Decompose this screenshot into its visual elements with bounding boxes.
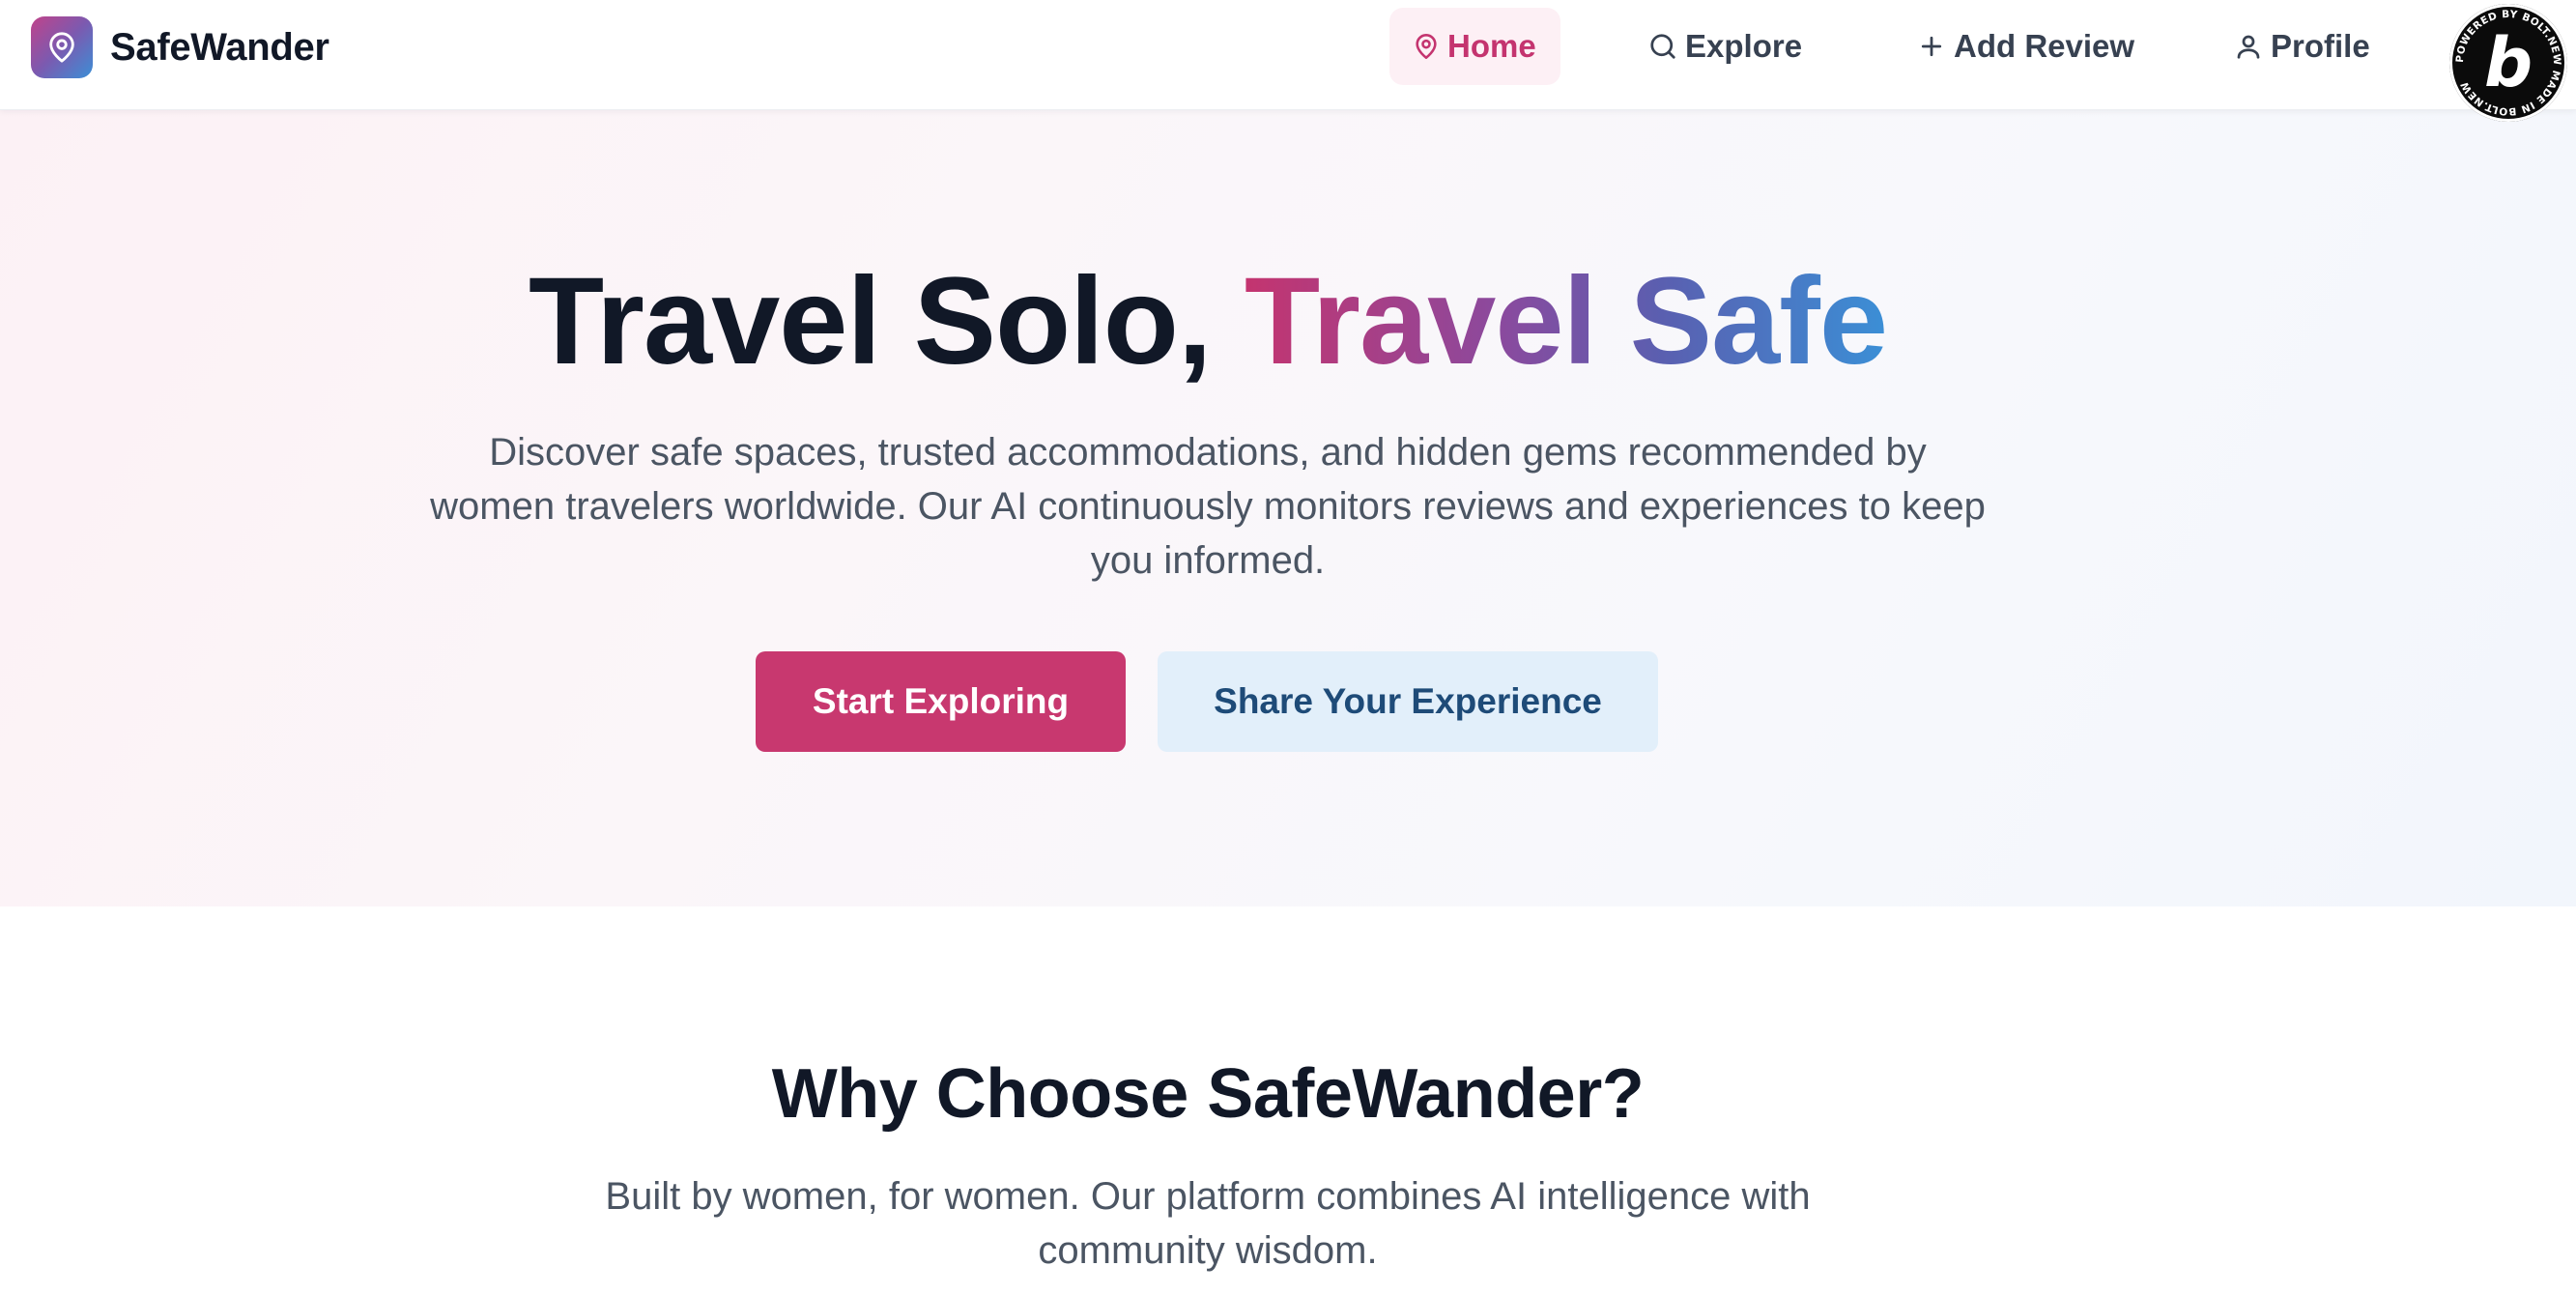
nav-home[interactable]: Home [1389,8,1560,85]
why-subtitle: Built by women, for women. Our platform … [605,1175,1811,1272]
nav-add-review-label: Add Review [1954,28,2135,64]
nav-profile[interactable]: Profile [2211,8,2393,85]
hero-title: Travel Solo, Travel Safe [0,260,2416,384]
hero-section: Travel Solo, Travel Safe Discover safe s… [0,110,2576,906]
search-icon [1648,32,1677,61]
svg-text:POWERED BY BOLT.NEW MADE IN BO: POWERED BY BOLT.NEW MADE IN BOLT.NEW [2454,9,2562,117]
top-navbar: SafeWander Home Explore Add Review Profi… [0,0,2576,122]
brand-logo [31,16,93,78]
bolt-badge[interactable]: POWERED BY BOLT.NEW MADE IN BOLT.NEW b [2449,4,2567,122]
share-experience-button[interactable]: Share Your Experience [1158,651,1658,752]
brand[interactable]: SafeWander [31,16,329,78]
map-pin-icon [49,32,74,63]
nav-explore[interactable]: Explore [1625,8,1825,85]
nav-explore-label: Explore [1685,28,1803,64]
hero-subtitle: Discover safe spaces, trusted accommodat… [430,431,1986,582]
why-title: Why Choose SafeWander? [771,1055,1645,1133]
brand-name: SafeWander [110,25,329,69]
badge-ring-text: POWERED BY BOLT.NEW MADE IN BOLT.NEW [2454,9,2562,117]
start-exploring-button[interactable]: Start Exploring [756,651,1126,752]
nav-home-label: Home [1447,28,1536,64]
hero-title-plain: Travel Solo, [528,252,1212,390]
badge-ring: POWERED BY BOLT.NEW MADE IN BOLT.NEW [2454,9,2562,117]
nav-profile-label: Profile [2271,28,2370,64]
plus-icon [1917,32,1946,61]
map-pin-icon [1413,32,1440,61]
user-icon [2234,32,2263,61]
hero-title-accent: Travel Safe [1245,252,1888,390]
nav-add-review[interactable]: Add Review [1894,8,2158,85]
